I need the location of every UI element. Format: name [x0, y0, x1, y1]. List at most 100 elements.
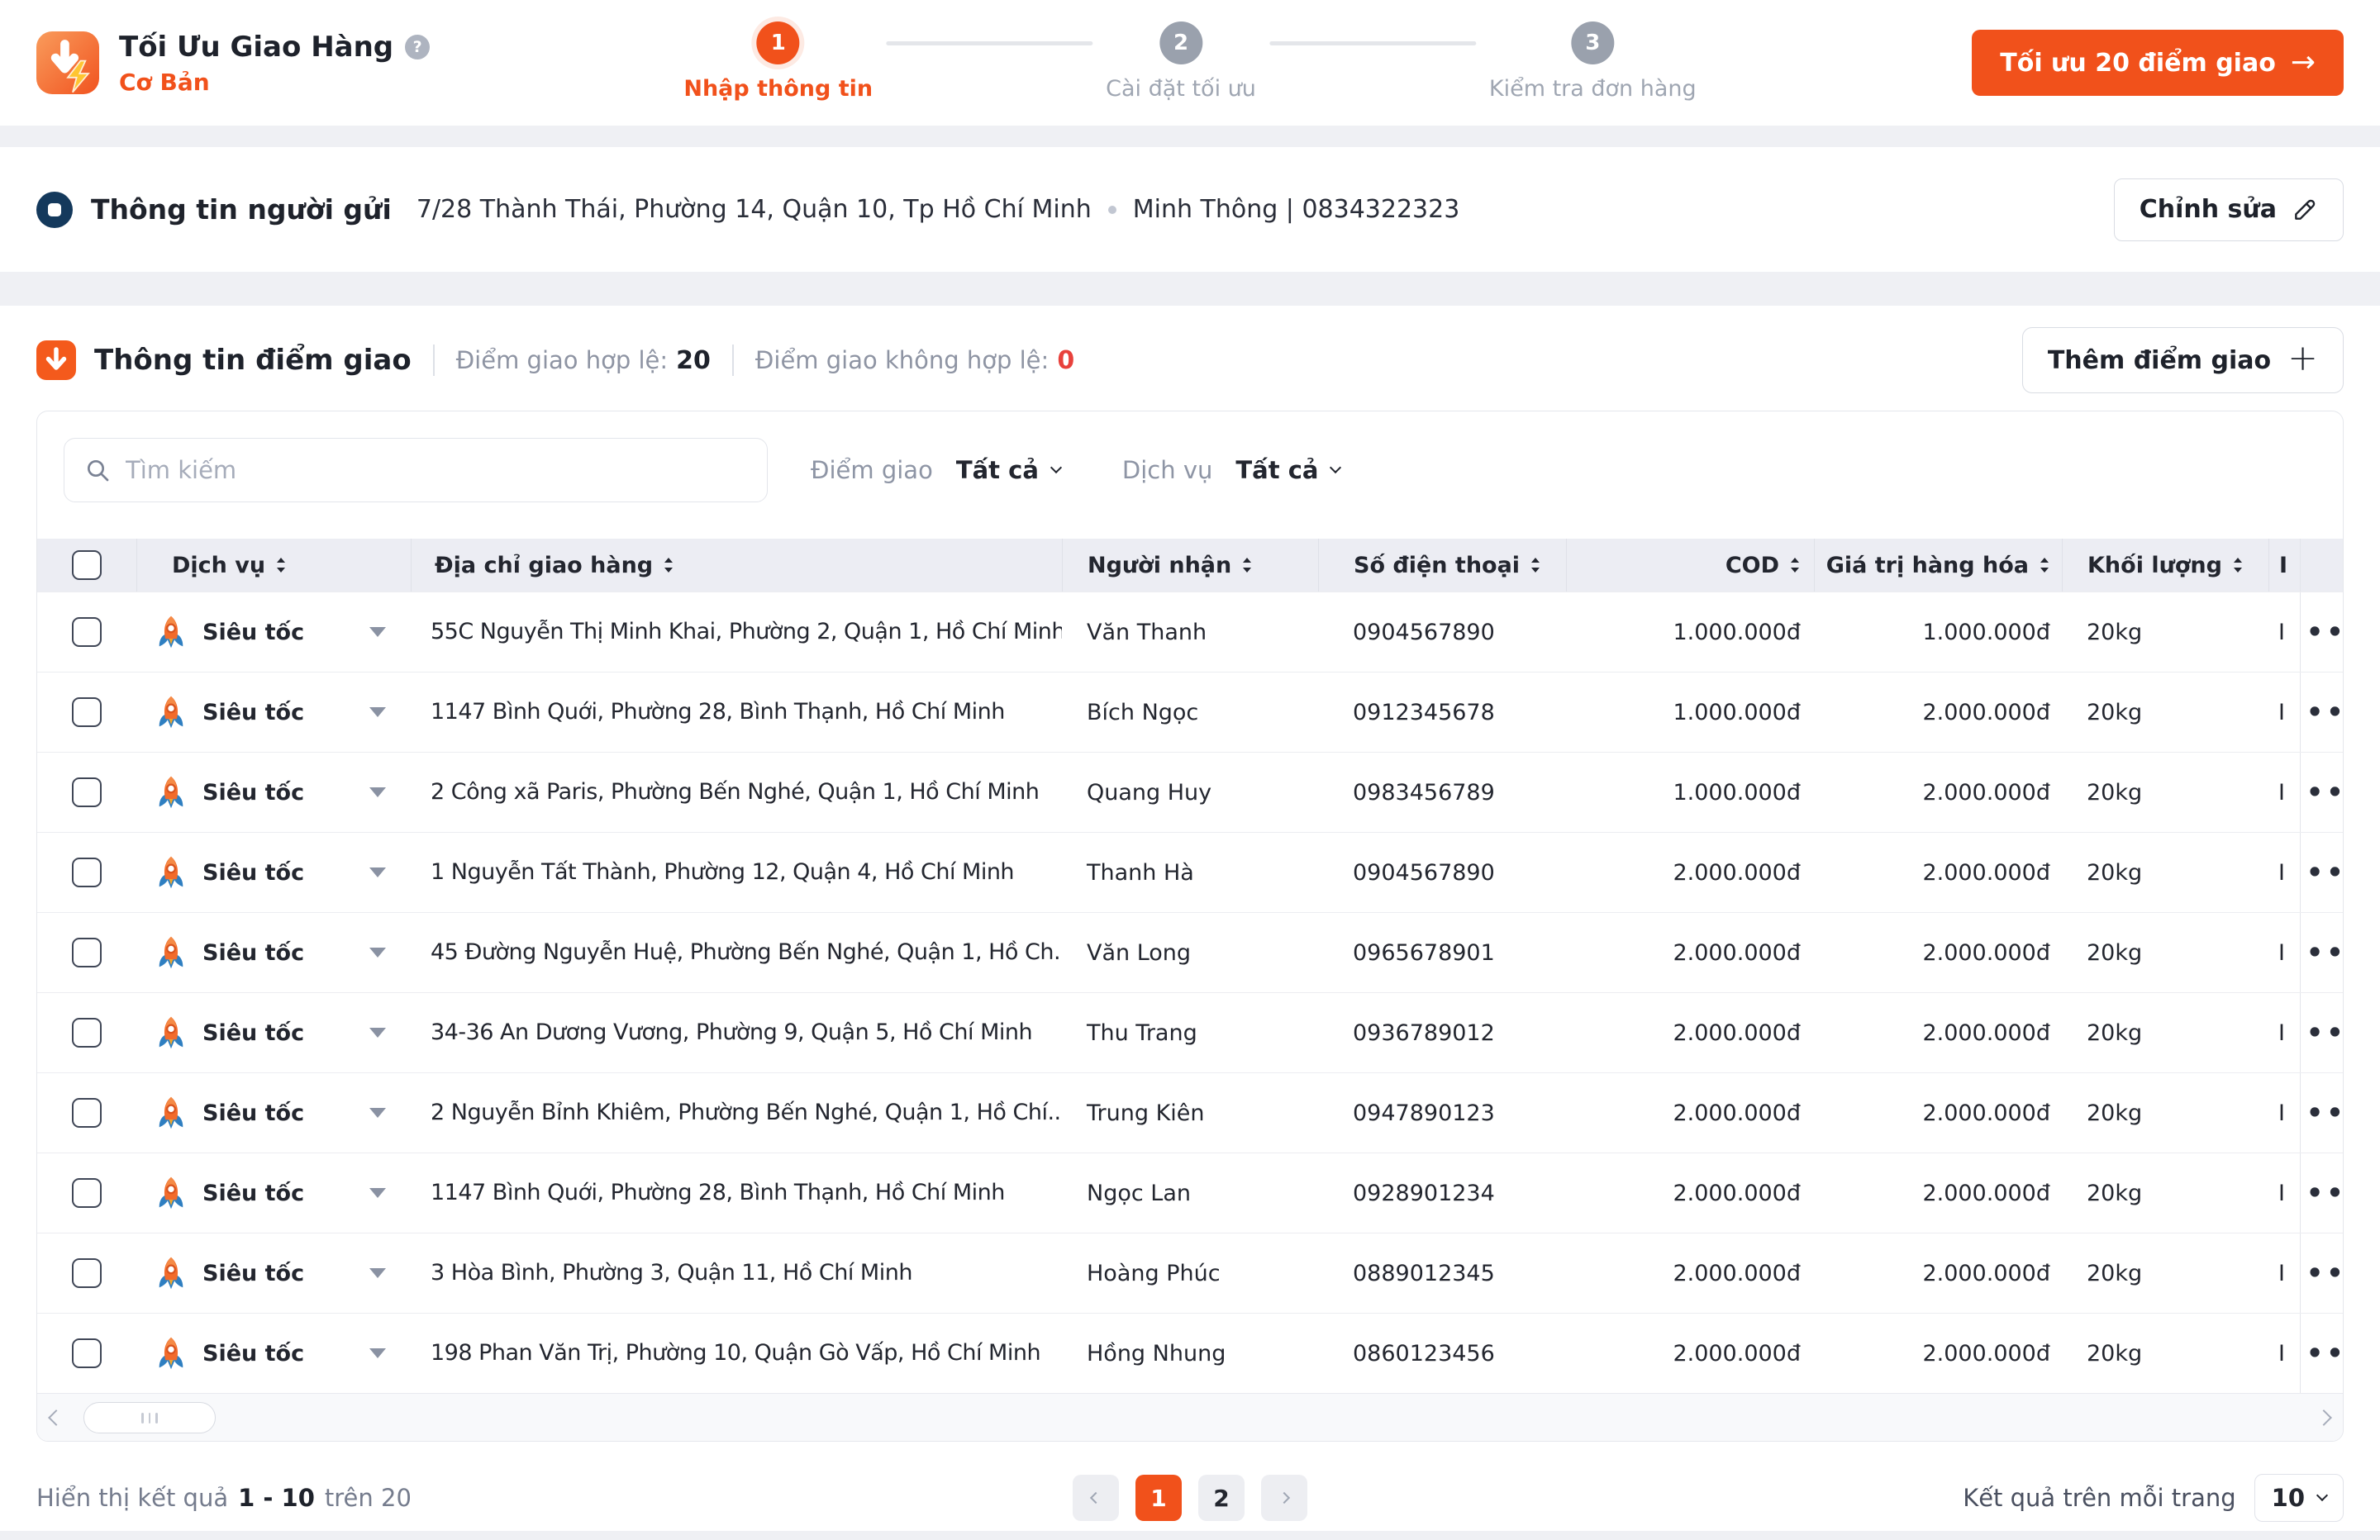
per-page-label: Kết quả trên mỗi trang [1963, 1484, 2235, 1512]
row-actions-button[interactable]: ••• [2306, 1100, 2344, 1126]
add-delivery-point-button[interactable]: Thêm điểm giao + [2022, 327, 2344, 393]
row-checkbox[interactable] [72, 617, 102, 647]
sender-icon [36, 192, 73, 228]
step-connector [1269, 41, 1476, 45]
row-actions-button[interactable]: ••• [2306, 779, 2344, 806]
service-label: Siêu tốc [202, 1261, 304, 1286]
column-address[interactable]: Địa chỉ giao hàng [411, 539, 1062, 592]
row-actions-button[interactable]: ••• [2306, 1180, 2344, 1206]
address-cell: 2 Công xã Paris, Phường Bến Nghé, Quận 1… [411, 753, 1062, 832]
delivery-title: Thông tin điểm giao [94, 344, 412, 377]
page-button-2[interactable]: 2 [1198, 1475, 1245, 1521]
row-checkbox[interactable] [72, 777, 102, 807]
plus-icon: + [2287, 340, 2318, 377]
row-actions-button[interactable]: ••• [2306, 1020, 2344, 1046]
table-row: Siêu tốc 1147 Bình Quới, Phường 28, Bình… [37, 672, 2343, 752]
column-cod[interactable]: COD [1566, 539, 1814, 592]
column-weight[interactable]: Khối lượng [2062, 539, 2268, 592]
address-cell: 198 Phan Văn Trị, Phường 10, Quận Gò Vấp… [411, 1314, 1062, 1393]
top-bar: Tối Ưu Giao Hàng ? Cơ Bản 1 Nhập thông t… [0, 0, 2380, 126]
address-cell: 45 Đường Nguyễn Huệ, Phường Bến Nghé, Qu… [411, 913, 1062, 992]
row-actions-button[interactable]: ••• [2306, 859, 2344, 886]
clipped-cell: I [2268, 673, 2300, 752]
row-checkbox[interactable] [72, 1178, 102, 1208]
column-value[interactable]: Giá trị hàng hóa [1814, 539, 2062, 592]
next-page-button[interactable] [1261, 1475, 1307, 1521]
row-checkbox[interactable] [72, 1018, 102, 1048]
rocket-icon [153, 934, 189, 971]
delivery-table-card: Điểm giao Tất cả Dịch vụ Tất cả Dịch vụ [36, 411, 2344, 1442]
row-actions-button[interactable]: ••• [2306, 619, 2344, 645]
table-row: Siêu tốc 198 Phan Văn Trị, Phường 10, Qu… [37, 1313, 2343, 1393]
row-actions-button[interactable]: ••• [2306, 1260, 2344, 1286]
caret-down-icon[interactable] [369, 1188, 386, 1198]
row-actions-button[interactable]: ••• [2306, 939, 2344, 966]
receiver-cell: Trung Kiên [1062, 1073, 1318, 1153]
caret-down-icon[interactable] [369, 867, 386, 877]
caret-down-icon[interactable] [369, 948, 386, 958]
app-brand: Tối Ưu Giao Hàng ? Cơ Bản [36, 31, 430, 96]
weight-cell: 20kg [2062, 592, 2268, 672]
row-checkbox[interactable] [72, 1338, 102, 1368]
prev-page-button[interactable] [1073, 1475, 1119, 1521]
value-cell: 1.000.000đ [1814, 592, 2062, 672]
row-actions-button[interactable]: ••• [2306, 1340, 2344, 1367]
edit-sender-button[interactable]: Chỉnh sửa [2114, 178, 2344, 241]
filter-delivery-point-select[interactable]: Tất cả [956, 456, 1060, 484]
value-cell: 2.000.000đ [1814, 753, 2062, 832]
scroll-right-icon[interactable] [2316, 1409, 2332, 1426]
caret-down-icon[interactable] [369, 1028, 386, 1038]
value-cell: 2.000.000đ [1814, 1314, 2062, 1393]
column-actions [2300, 539, 2344, 592]
value-cell: 2.000.000đ [1814, 993, 2062, 1072]
column-phone[interactable]: Số điện thoại [1318, 539, 1566, 592]
caret-down-icon[interactable] [369, 1348, 386, 1358]
search-input-wrapper [64, 438, 768, 502]
step-3[interactable]: 3 Kiểm tra đơn hàng [1489, 21, 1697, 102]
per-page-select[interactable]: 10 [2254, 1474, 2344, 1522]
service-label: Siêu tốc [202, 780, 304, 806]
invalid-points-stat: Điểm giao không hợp lệ: 0 [755, 346, 1074, 375]
address-cell: 1147 Bình Quới, Phường 28, Bình Thạnh, H… [411, 1153, 1062, 1233]
receiver-cell: Văn Thanh [1062, 592, 1318, 672]
row-checkbox[interactable] [72, 858, 102, 887]
weight-cell: 20kg [2062, 1153, 2268, 1233]
value-cell: 2.000.000đ [1814, 673, 2062, 752]
weight-cell: 20kg [2062, 753, 2268, 832]
clipped-cell: I [2268, 1314, 2300, 1393]
caret-down-icon[interactable] [369, 1108, 386, 1118]
receiver-cell: Quang Huy [1062, 753, 1318, 832]
scroll-left-icon[interactable] [48, 1409, 64, 1426]
scrollbar-thumb[interactable] [83, 1402, 216, 1433]
column-service[interactable]: Dịch vụ [136, 539, 411, 592]
receiver-cell: Thu Trang [1062, 993, 1318, 1072]
table-body: Siêu tốc 55C Nguyễn Thị Minh Khai, Phườn… [37, 592, 2343, 1393]
step-1[interactable]: 1 Nhập thông tin [683, 21, 873, 102]
value-cell: 2.000.000đ [1814, 833, 2062, 912]
search-input[interactable] [126, 456, 747, 484]
caret-down-icon[interactable] [369, 1268, 386, 1278]
table-row: Siêu tốc 55C Nguyễn Thị Minh Khai, Phườn… [37, 592, 2343, 672]
row-checkbox[interactable] [72, 1098, 102, 1128]
service-label: Siêu tốc [202, 700, 304, 725]
caret-down-icon[interactable] [369, 707, 386, 717]
row-checkbox[interactable] [72, 938, 102, 967]
step-2[interactable]: 2 Cài đặt tối ưu [1106, 21, 1256, 102]
row-actions-button[interactable]: ••• [2306, 699, 2344, 725]
page-button-1[interactable]: 1 [1135, 1475, 1182, 1521]
row-checkbox[interactable] [72, 1258, 102, 1288]
search-icon [84, 457, 111, 483]
column-receiver[interactable]: Người nhận [1062, 539, 1318, 592]
caret-down-icon[interactable] [369, 787, 386, 797]
caret-down-icon[interactable] [369, 627, 386, 637]
select-all-checkbox[interactable] [72, 550, 102, 580]
optimize-button[interactable]: Tối ưu 20 điểm giao → [1972, 30, 2344, 96]
row-checkbox[interactable] [72, 697, 102, 727]
column-clipped: I [2268, 539, 2300, 592]
valid-points-stat: Điểm giao hợp lệ: 20 [456, 346, 711, 375]
chevron-down-icon [1330, 462, 1341, 473]
cod-cell: 1.000.000đ [1566, 673, 1814, 752]
filter-service-select[interactable]: Tất cả [1235, 456, 1340, 484]
rocket-icon [153, 1015, 189, 1051]
help-icon[interactable]: ? [405, 35, 430, 59]
